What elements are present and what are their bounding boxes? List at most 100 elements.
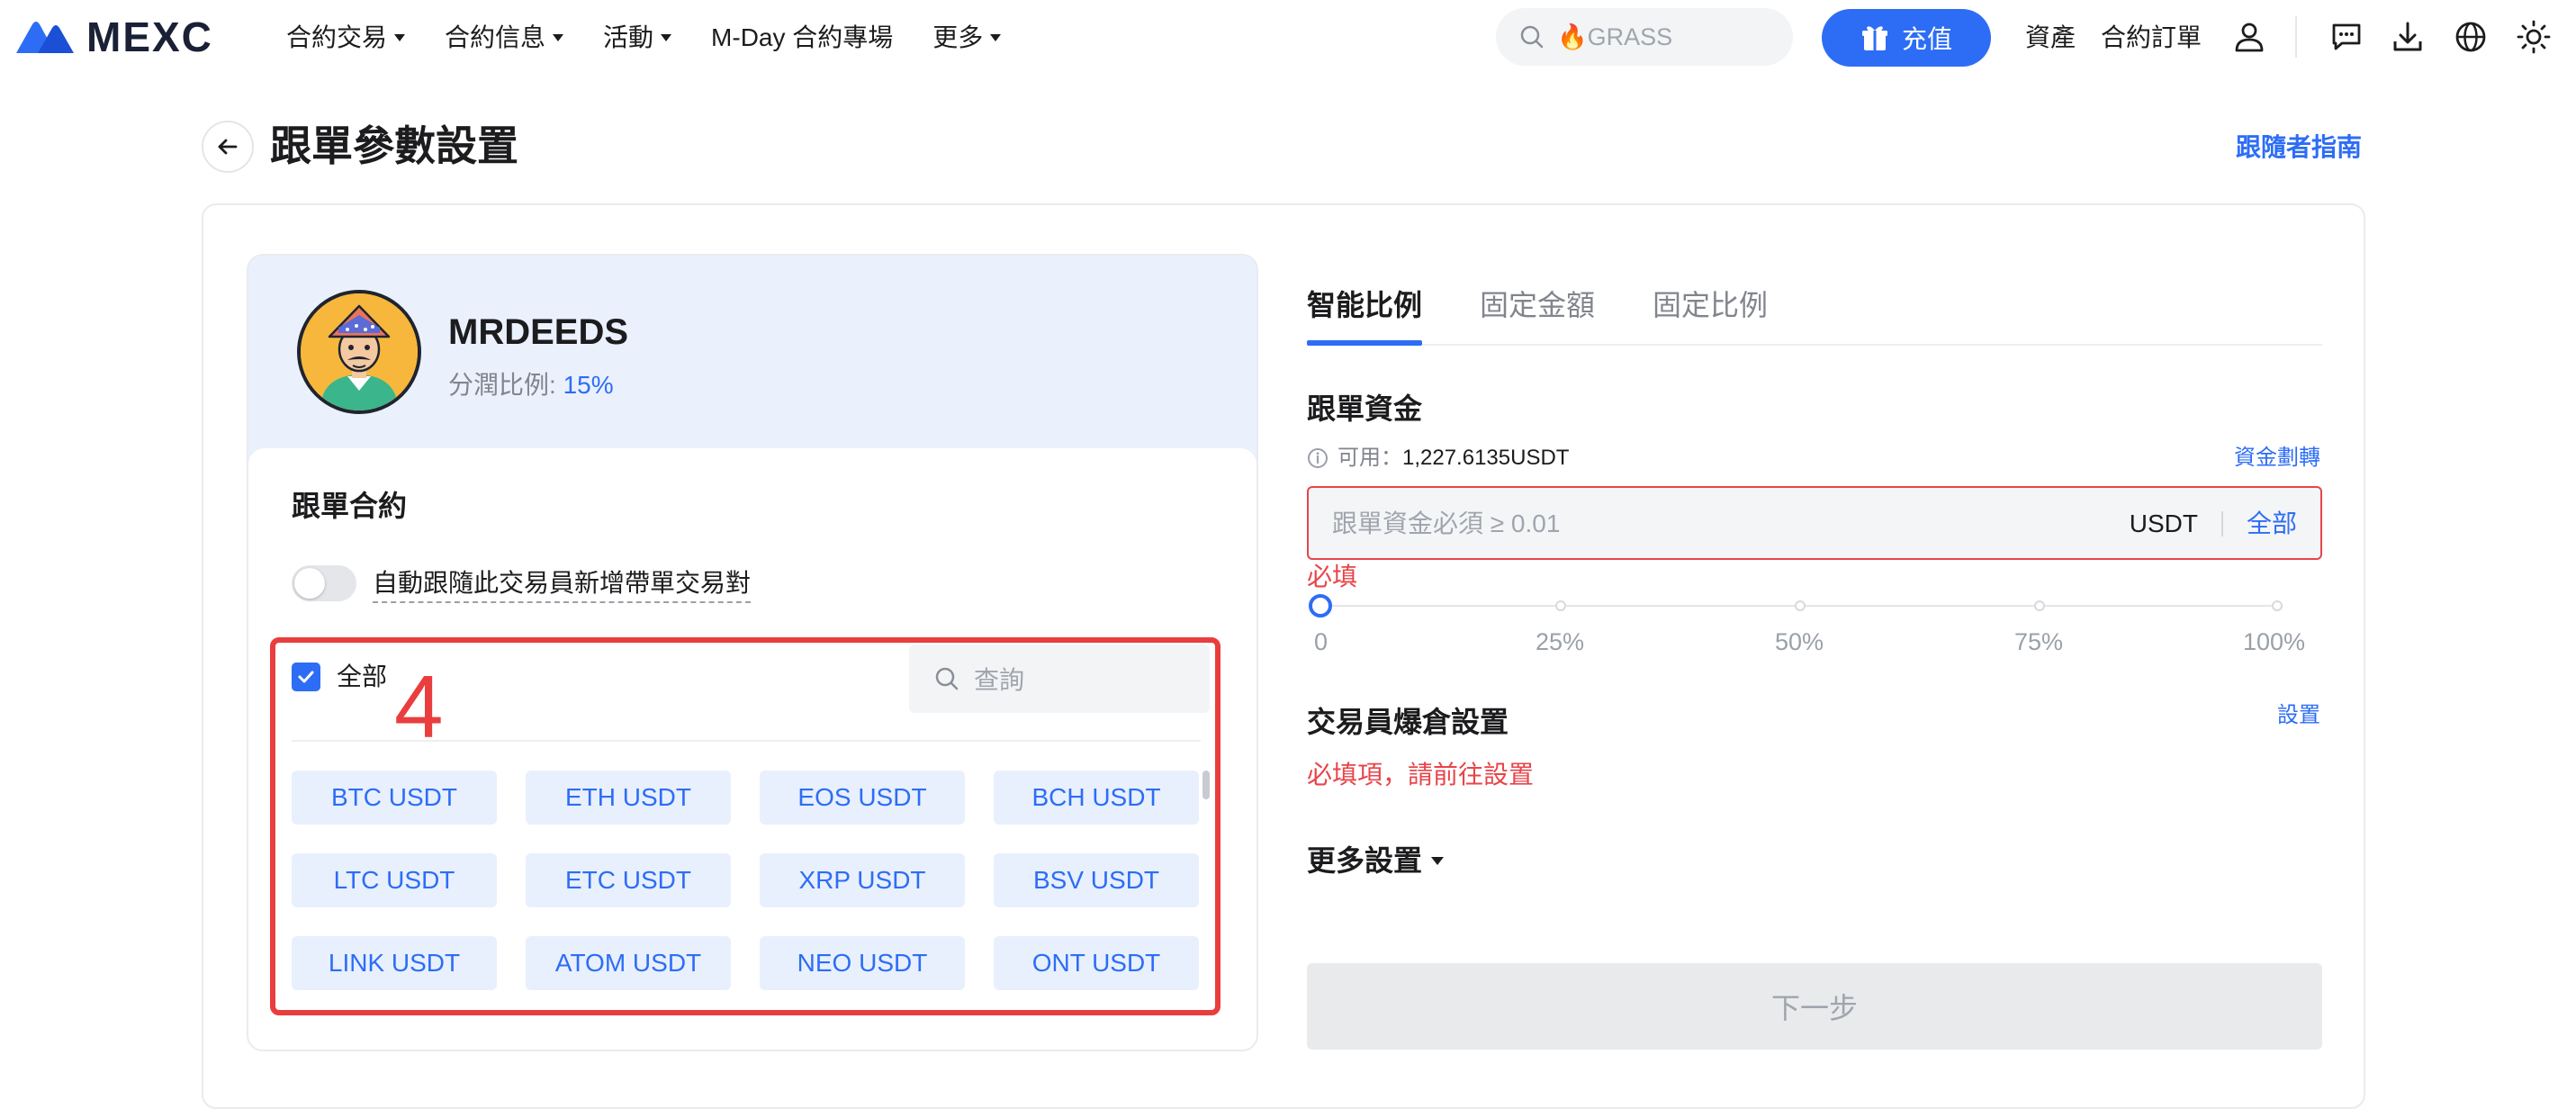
download-icon[interactable] bbox=[2391, 20, 2425, 54]
more-settings-toggle[interactable]: 更多設置 bbox=[1307, 841, 1445, 880]
top-nav: MEXC 合約交易 合約信息 活動 M-Day 合約專場 更多 🔥GRASS 充… bbox=[0, 0, 2576, 74]
logo-text: MEXC bbox=[86, 14, 213, 60]
nav-divider bbox=[2295, 16, 2297, 58]
caret-down-icon bbox=[1431, 856, 1445, 865]
pairs-divider bbox=[292, 740, 1201, 742]
slider-label-0: 0 bbox=[1314, 628, 1329, 655]
next-step-button[interactable]: 下一步 bbox=[1307, 963, 2322, 1050]
menu-label: 活動 bbox=[603, 23, 654, 51]
trader-name: MRDEEDS bbox=[448, 312, 629, 352]
deposit-button[interactable]: 充值 bbox=[1822, 9, 1991, 67]
mode-tabs: 智能比例 固定金額 固定比例 bbox=[1307, 277, 2322, 346]
chevron-down-icon bbox=[394, 34, 406, 41]
follower-guide-link[interactable]: 跟隨者指南 bbox=[2236, 131, 2362, 164]
fund-unit: USDT bbox=[2129, 509, 2198, 537]
pair-chip[interactable]: LINK USDT bbox=[292, 936, 497, 990]
tab-fixed-ratio[interactable]: 固定比例 bbox=[1653, 283, 1768, 328]
menu-label: 更多 bbox=[932, 23, 984, 51]
chevron-down-icon bbox=[661, 34, 672, 41]
trader-header: MRDEEDS 分潤比例: 15% bbox=[248, 256, 1256, 448]
select-all-checkbox[interactable] bbox=[292, 663, 320, 691]
pair-chip[interactable]: ONT USDT bbox=[994, 936, 1199, 990]
chevron-down-icon bbox=[553, 34, 564, 41]
pair-chip[interactable]: BCH USDT bbox=[994, 771, 1199, 825]
fund-input-placeholder: 跟單資金必須 ≥ 0.01 bbox=[1332, 509, 1561, 537]
slider-label-75: 75% bbox=[2014, 628, 2064, 655]
pair-chip[interactable]: BSV USDT bbox=[994, 853, 1199, 907]
contracts-title: 跟單合約 bbox=[292, 490, 408, 522]
menu-futures-trading[interactable]: 合約交易 bbox=[286, 20, 406, 56]
fund-amount-input[interactable]: 跟單資金必須 ≥ 0.01 USDT 全部 bbox=[1307, 486, 2322, 560]
tab-smart-ratio[interactable]: 智能比例 bbox=[1307, 283, 1422, 328]
fund-slider-handle[interactable] bbox=[1309, 594, 1332, 618]
slider-mark-100[interactable] bbox=[2272, 600, 2283, 611]
tab-fixed-amount[interactable]: 固定金額 bbox=[1480, 283, 1595, 328]
profit-share: 分潤比例: 15% bbox=[448, 369, 614, 401]
back-button[interactable] bbox=[202, 121, 254, 173]
pairs-grid: BTC USDT ETH USDT EOS USDT BCH USDT LTC … bbox=[292, 771, 1201, 990]
available-value: 1,227.6135USDT bbox=[1402, 446, 1570, 470]
arrow-left-icon bbox=[218, 139, 238, 155]
menu-futures-info[interactable]: 合約信息 bbox=[445, 20, 564, 56]
futures-orders-link[interactable]: 合約訂單 bbox=[2101, 20, 2202, 56]
pair-chip[interactable]: EOS USDT bbox=[760, 771, 965, 825]
slider-mark-75[interactable] bbox=[2034, 600, 2045, 611]
global-search-input[interactable]: 🔥GRASS bbox=[1496, 8, 1793, 66]
trader-avatar bbox=[297, 290, 421, 414]
liquidation-required-error: 必填項，請前往設置 bbox=[1307, 761, 1535, 789]
auto-follow-label[interactable]: 自動跟隨此交易員新增帶單交易對 bbox=[373, 565, 752, 603]
slider-mark-25[interactable] bbox=[1555, 600, 1566, 611]
fund-title: 跟單資金 bbox=[1307, 392, 1423, 425]
slider-label-50: 50% bbox=[1775, 628, 1824, 655]
fund-transfer-link[interactable]: 資金劃轉 bbox=[2234, 443, 2320, 473]
pair-chip[interactable]: ETH USDT bbox=[526, 771, 731, 825]
mexc-logo[interactable]: MEXC bbox=[14, 16, 213, 58]
available-balance: 可用： 1,227.6135USDT bbox=[1307, 443, 1569, 473]
fund-all-button[interactable]: 全部 bbox=[2247, 506, 2297, 542]
active-tab-indicator bbox=[1307, 340, 1422, 346]
pair-chip[interactable]: ETC USDT bbox=[526, 853, 731, 907]
more-settings-label: 更多設置 bbox=[1307, 844, 1423, 877]
checkmark-icon bbox=[298, 671, 314, 683]
profit-share-label: 分潤比例: bbox=[448, 371, 563, 399]
message-icon[interactable] bbox=[2329, 20, 2364, 54]
info-icon[interactable] bbox=[1307, 447, 1329, 469]
gift-icon bbox=[1861, 26, 1887, 50]
pair-search-input[interactable]: 查詢 bbox=[909, 645, 1210, 713]
auto-follow-toggle[interactable] bbox=[292, 565, 356, 601]
theme-sun-icon[interactable] bbox=[2517, 20, 2551, 54]
pair-chip[interactable]: ATOM USDT bbox=[526, 936, 731, 990]
search-icon bbox=[1520, 25, 1544, 49]
search-placeholder: 🔥GRASS bbox=[1557, 23, 1673, 50]
search-icon bbox=[935, 667, 959, 690]
globe-icon[interactable] bbox=[2454, 20, 2488, 54]
menu-label: M-Day 合約專場 bbox=[711, 23, 894, 51]
assets-link[interactable]: 資產 bbox=[2025, 20, 2076, 56]
pair-chip[interactable]: LTC USDT bbox=[292, 853, 497, 907]
pair-chip[interactable]: NEO USDT bbox=[760, 936, 965, 990]
menu-label: 合約交易 bbox=[286, 23, 388, 51]
pair-chip[interactable]: XRP USDT bbox=[760, 853, 965, 907]
fund-required-error: 必填 bbox=[1307, 563, 1358, 591]
user-icon[interactable] bbox=[2232, 20, 2266, 54]
liquidation-title: 交易員爆倉設置 bbox=[1307, 706, 1509, 738]
main-menu: 合約交易 合約信息 活動 M-Day 合約專場 更多 bbox=[286, 20, 1040, 56]
mexc-logo-icon bbox=[16, 22, 74, 53]
avatar-illustration bbox=[301, 293, 418, 410]
chevron-down-icon bbox=[990, 34, 1002, 41]
profit-share-value: 15% bbox=[563, 371, 614, 399]
slider-mark-50[interactable] bbox=[1795, 600, 1806, 611]
slider-label-25: 25% bbox=[1536, 628, 1585, 655]
pairs-scrollbar[interactable] bbox=[1202, 771, 1210, 799]
menu-more[interactable]: 更多 bbox=[932, 20, 1002, 56]
pair-search-placeholder: 查詢 bbox=[974, 666, 1025, 694]
slider-label-100: 100% bbox=[2243, 628, 2306, 655]
toggle-knob bbox=[294, 568, 325, 599]
menu-events[interactable]: 活動 bbox=[603, 20, 672, 56]
pair-chip[interactable]: BTC USDT bbox=[292, 771, 497, 825]
deposit-label: 充值 bbox=[1901, 25, 1952, 53]
select-all-label[interactable]: 全部 bbox=[337, 659, 387, 695]
liquidation-settings-link[interactable]: 設置 bbox=[2277, 700, 2320, 731]
menu-mday[interactable]: M-Day 合約專場 bbox=[711, 20, 893, 56]
page-title: 跟單參數設置 bbox=[270, 122, 518, 169]
